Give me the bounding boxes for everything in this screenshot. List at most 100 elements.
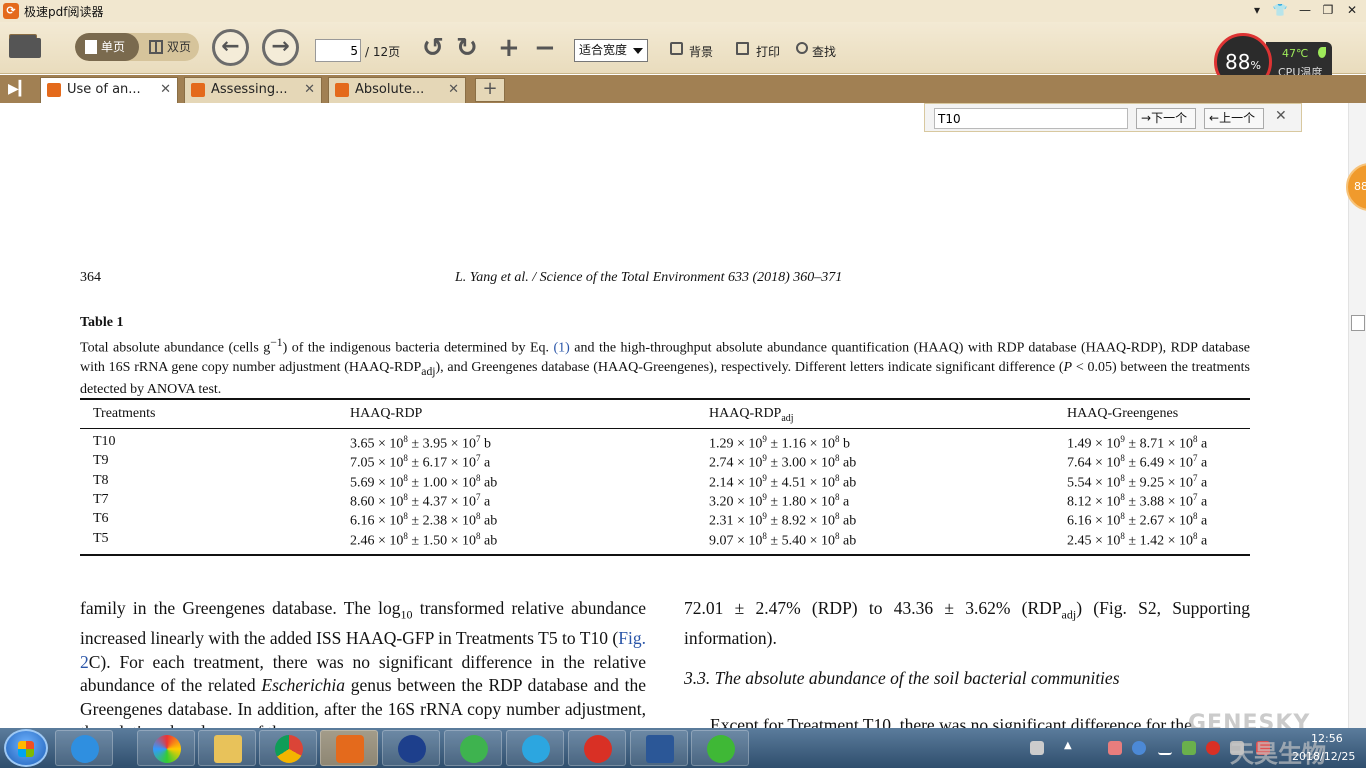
chrome-icon xyxy=(275,735,303,763)
single-page-button[interactable]: 单页 xyxy=(75,33,139,61)
background-icon[interactable] xyxy=(670,42,683,55)
taskbar-chrome[interactable] xyxy=(259,730,317,766)
printer-icon[interactable] xyxy=(736,42,749,55)
taskbar-explorer[interactable] xyxy=(198,730,256,766)
table-header-rule xyxy=(80,428,1250,429)
search-icon[interactable] xyxy=(796,42,808,54)
print-button[interactable]: 打印 xyxy=(756,43,780,60)
table-cell-treatment: T8 xyxy=(93,472,109,488)
users-icon[interactable] xyxy=(1108,741,1122,755)
new-tab-button[interactable]: + xyxy=(475,78,505,102)
close-button[interactable]: ✕ xyxy=(1342,1,1362,19)
taskbar-app-blue[interactable] xyxy=(382,730,440,766)
find-next-button[interactable]: →下一个 xyxy=(1136,108,1196,129)
app-logo-icon: ⟳ xyxy=(3,3,19,19)
taskbar-app-search[interactable] xyxy=(506,730,564,766)
close-icon[interactable]: ✕ xyxy=(304,78,315,102)
tray-expand-icon[interactable]: ▲ xyxy=(1064,740,1078,754)
table-cell-value: 2.45 × 108 ± 1.42 × 108 a xyxy=(1067,530,1208,549)
prev-page-button[interactable]: ← xyxy=(212,29,249,66)
close-icon[interactable]: ✕ xyxy=(448,78,459,102)
arrow-left-icon: ← xyxy=(1209,111,1220,125)
table-cell-value: 9.07 × 108 ± 5.40 × 108 ab xyxy=(709,530,857,549)
chevron-down-icon xyxy=(633,48,643,54)
taskbar: ▲ 天昊生物 xyxy=(0,728,1366,768)
table-bottom-rule xyxy=(80,554,1250,556)
page-total: / 12页 xyxy=(365,45,401,59)
open-file-button[interactable] xyxy=(9,32,43,60)
close-icon[interactable]: ✕ xyxy=(160,78,171,102)
page-icon xyxy=(85,40,97,54)
close-icon[interactable]: ✕ xyxy=(1275,108,1287,124)
pdf-icon xyxy=(336,735,364,763)
taskbar-wechat[interactable] xyxy=(691,730,749,766)
table-cell-treatment: T5 xyxy=(93,530,109,546)
taskbar-app-green[interactable] xyxy=(444,730,502,766)
section-heading: 3.3. The absolute abundance of the soil … xyxy=(684,668,1120,688)
table-cell-value: 1.49 × 109 ± 8.71 × 108 a xyxy=(1067,434,1208,452)
app-title: 极速pdf阅读器 xyxy=(24,5,104,19)
find-prev-button[interactable]: ←上一个 xyxy=(1204,108,1264,129)
clock-time[interactable]: 12:56 xyxy=(1311,732,1343,745)
skin-icon[interactable]: ▾ xyxy=(1247,1,1267,19)
watermark: GENESKY xyxy=(1188,711,1311,728)
page-number-input[interactable] xyxy=(315,39,361,62)
zoom-in-icon[interactable]: + xyxy=(498,35,520,61)
pdf-icon xyxy=(191,83,205,97)
table-caption: Total absolute abundance (cells g−1) of … xyxy=(80,336,1250,398)
table-cell-value: 7.05 × 108 ± 6.17 × 107 a xyxy=(350,453,491,471)
maximize-button[interactable]: ❐ xyxy=(1318,1,1338,19)
pdf-icon xyxy=(47,83,61,97)
shirt-icon[interactable]: 👕 xyxy=(1270,1,1290,19)
signal-icon[interactable] xyxy=(1158,741,1172,755)
rotate-right-icon[interactable]: ↻ xyxy=(456,35,478,61)
scroll-thumb[interactable] xyxy=(1351,315,1365,331)
table-cell-value: 2.74 × 109 ± 3.00 × 108 ab xyxy=(709,453,857,471)
zoom-out-icon[interactable]: − xyxy=(534,35,556,61)
equation-link[interactable]: (1) xyxy=(554,341,570,356)
tab-bar: ▶▎ Use of an... ✕ Assessing... ✕ Absolut… xyxy=(0,75,1366,103)
app-red-icon[interactable] xyxy=(1206,741,1220,755)
document-viewport[interactable]: →下一个 ←上一个 ✕ 364 L. Yang et al. / Science… xyxy=(0,103,1366,728)
rotate-left-icon[interactable]: ↺ xyxy=(422,35,444,61)
table-top-rule xyxy=(80,398,1250,400)
table-cell-value: 6.16 × 108 ± 2.38 × 108 ab xyxy=(350,511,498,529)
table-cell-value: 1.29 × 109 ± 1.16 × 108 b xyxy=(709,434,850,452)
tab-document-2[interactable]: Assessing... ✕ xyxy=(184,77,322,103)
windows-logo-icon xyxy=(18,741,34,757)
double-page-button[interactable]: 双页 xyxy=(143,33,199,61)
view-mode-group: 单页 双页 xyxy=(75,33,199,61)
minimize-button[interactable]: — xyxy=(1295,1,1315,19)
color-ball-icon xyxy=(153,735,181,763)
taskbar-app-red[interactable] xyxy=(568,730,626,766)
table-cell-treatment: T10 xyxy=(93,434,116,449)
sidebar-toggle-icon[interactable]: ▶▎ xyxy=(8,82,30,96)
tab-document-3[interactable]: Absolute... ✕ xyxy=(328,77,466,103)
body-text-left: family in the Greengenes database. The l… xyxy=(80,598,646,728)
table-cell-treatment: T6 xyxy=(93,511,109,527)
leaf-icon xyxy=(1318,47,1326,58)
clock-date[interactable]: 2018/12/25 xyxy=(1292,750,1355,763)
security-icon[interactable] xyxy=(1182,741,1196,755)
taskbar-word[interactable] xyxy=(630,730,688,766)
find-input[interactable] xyxy=(934,108,1128,129)
taskbar-pdf-reader[interactable] xyxy=(320,730,378,766)
find-button[interactable]: 查找 xyxy=(812,43,836,60)
table-cell-value: 8.60 × 108 ± 4.37 × 107 a xyxy=(350,491,491,510)
network-app-icon[interactable] xyxy=(1132,741,1146,755)
taskbar-ball[interactable] xyxy=(137,730,195,766)
table-cell-value: 8.12 × 108 ± 3.88 × 107 a xyxy=(1067,491,1208,510)
table-cell-value: 6.16 × 108 ± 2.67 × 108 a xyxy=(1067,511,1208,529)
double-page-icon xyxy=(149,40,163,54)
start-button[interactable] xyxy=(4,729,48,767)
fit-mode-select[interactable]: 适合宽度 xyxy=(574,39,648,62)
keyboard-icon[interactable] xyxy=(1030,741,1044,755)
tab-document-1[interactable]: Use of an... ✕ xyxy=(40,77,178,103)
table-cell-value: 2.14 × 109 ± 4.51 × 108 ab xyxy=(709,472,857,491)
table-cell-value: 5.69 × 108 ± 1.00 × 108 ab xyxy=(350,472,498,491)
background-button[interactable]: 背景 xyxy=(689,43,713,60)
column-header-treatments: Treatments xyxy=(93,406,156,421)
next-page-button[interactable]: → xyxy=(262,29,299,66)
taskbar-ie[interactable] xyxy=(55,730,113,766)
body-text-right: 72.01 ± 2.47% (RDP) to 43.36 ± 3.62% (RD… xyxy=(684,598,1250,648)
